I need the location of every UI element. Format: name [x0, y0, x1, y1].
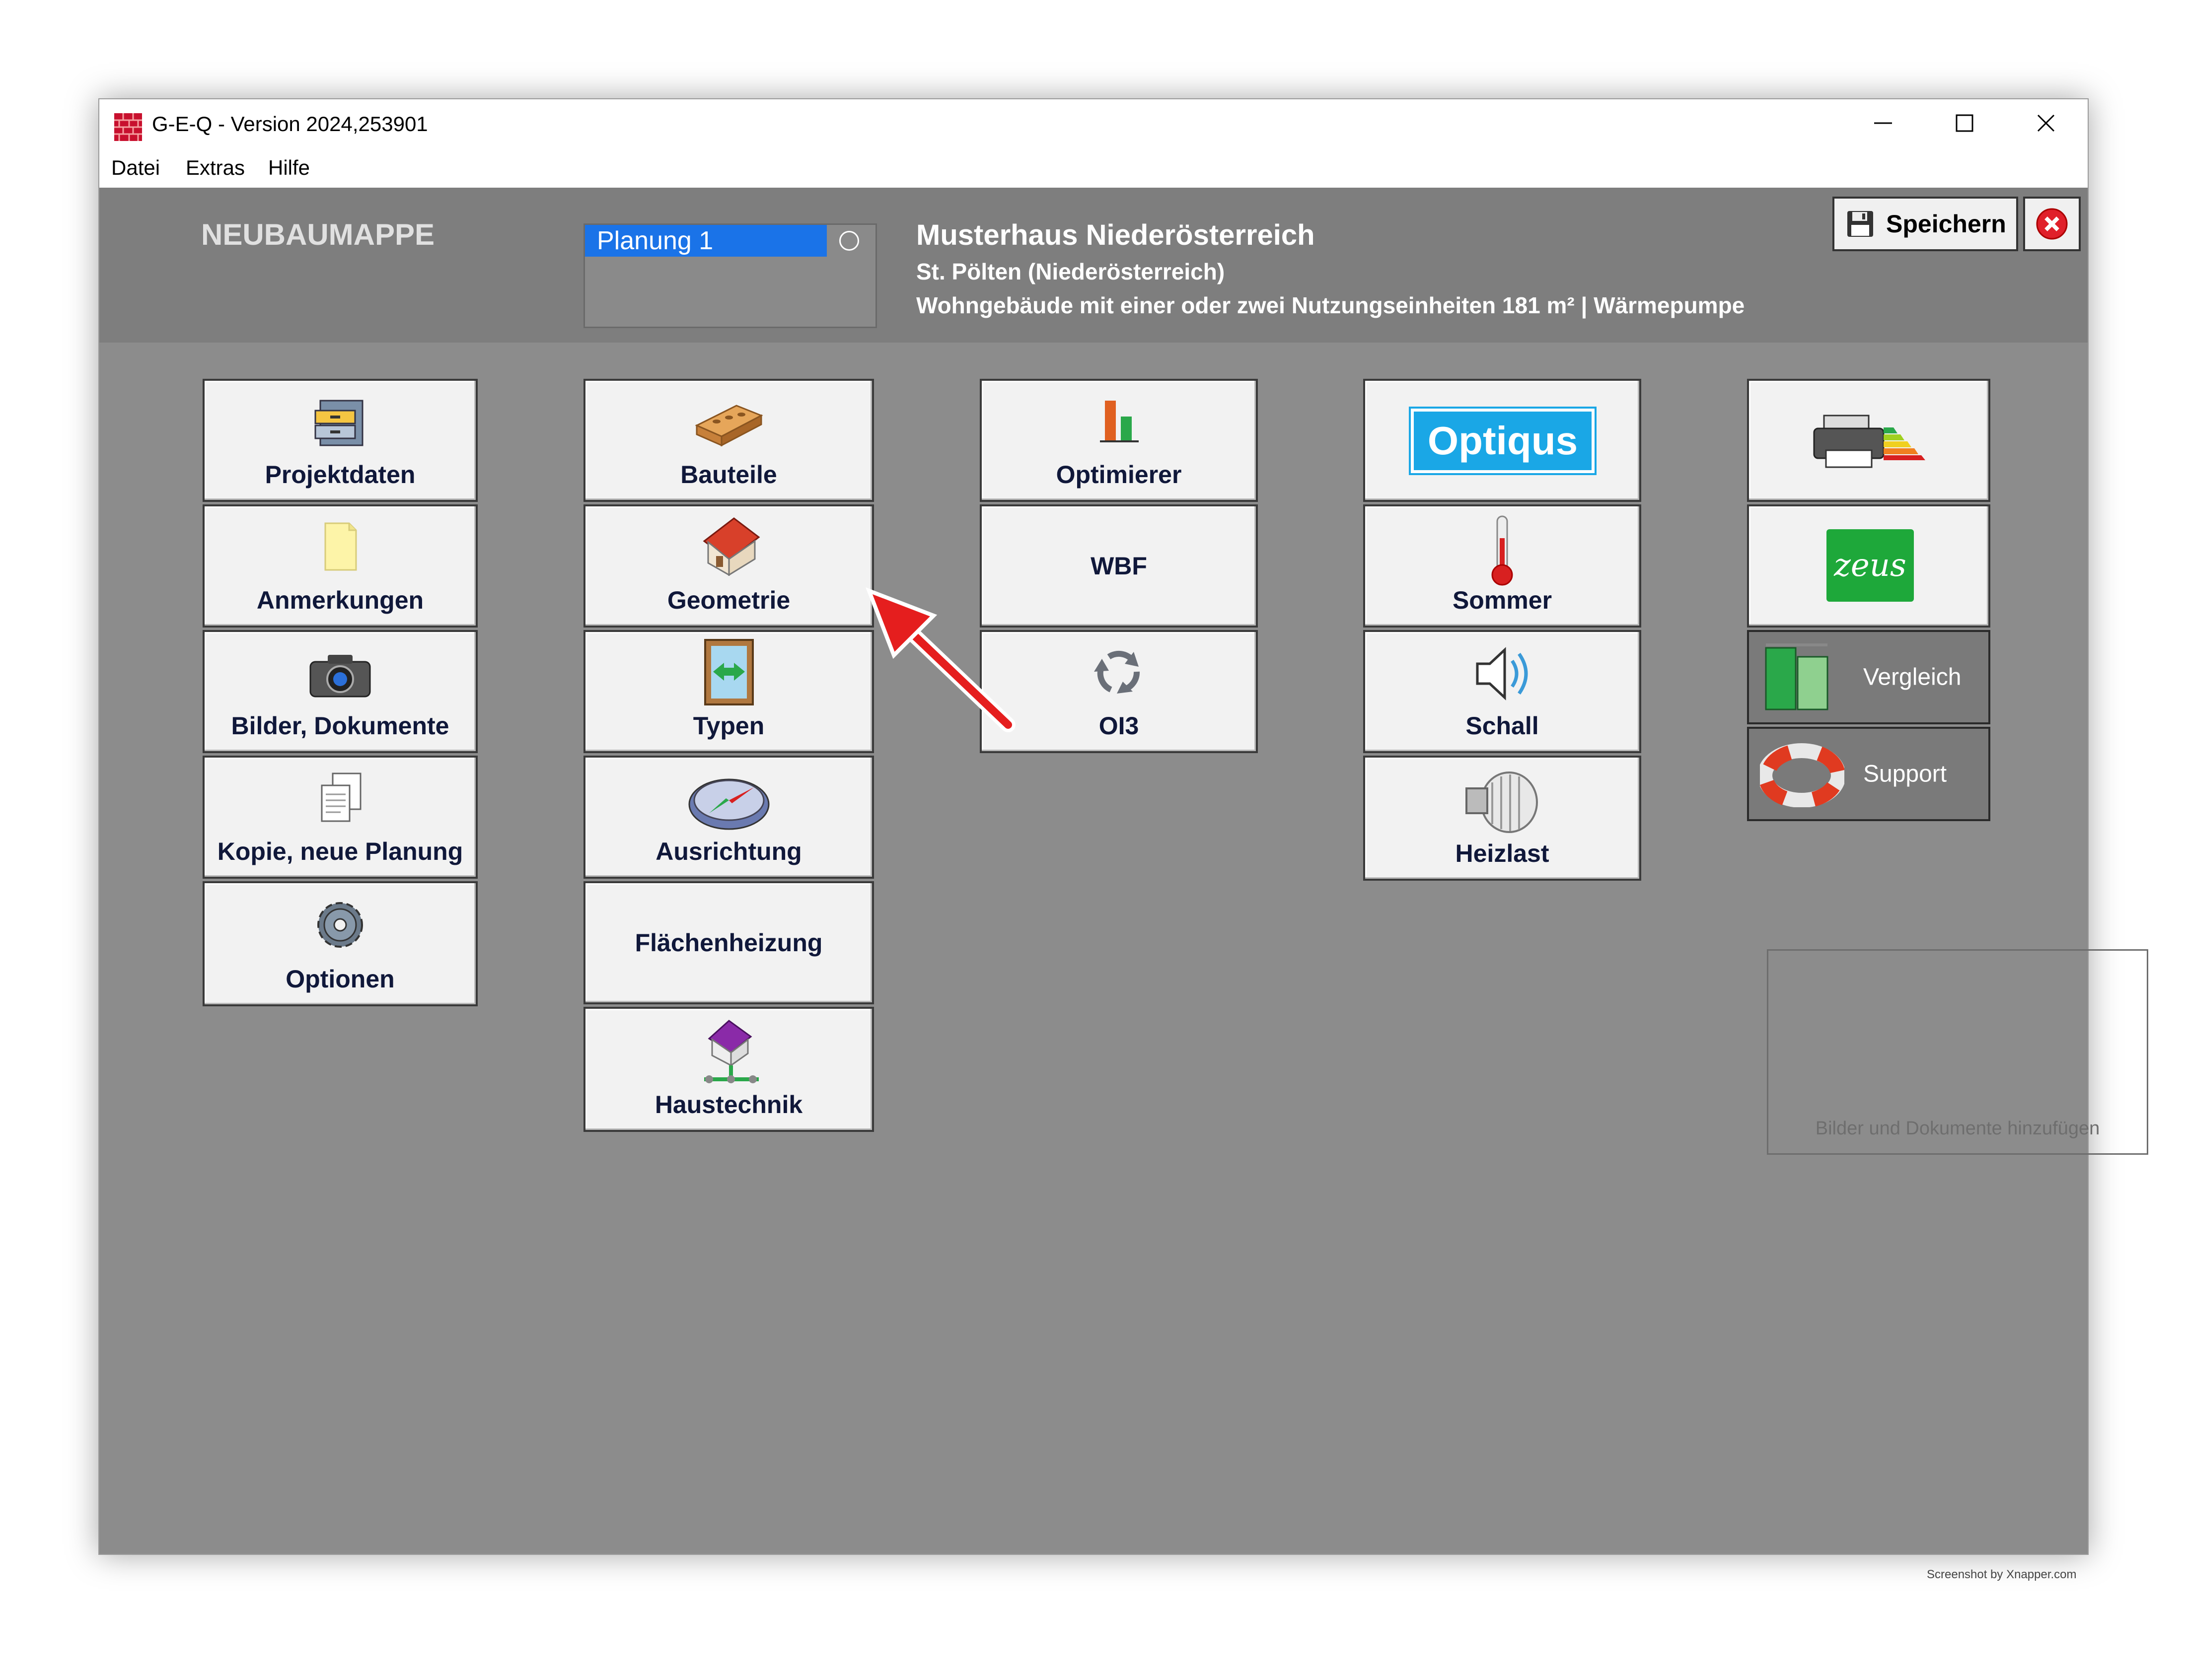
tile-optiqus[interactable]: Optiqus — [1363, 379, 1641, 502]
tile-anmerkungen[interactable]: Anmerkungen — [203, 504, 478, 628]
tile-heizlast[interactable]: Heizlast — [1363, 756, 1641, 881]
tile-label: Optimierer — [1056, 461, 1182, 489]
menu-extras[interactable]: Extras — [186, 156, 245, 180]
filing-cabinet-icon — [314, 400, 364, 446]
red-close-icon — [2036, 208, 2068, 240]
tile-projektdaten[interactable]: Projektdaten — [203, 379, 478, 502]
window-type-icon — [704, 639, 754, 705]
tile-bauteile[interactable]: Bauteile — [583, 379, 874, 502]
planning-list[interactable]: Planung 1 — [583, 223, 877, 328]
brick-icon — [694, 405, 763, 447]
house-icon — [703, 517, 760, 576]
section-title: NEUBAUMAPPE — [201, 218, 435, 251]
tile-label: Bilder, Dokumente — [231, 712, 449, 740]
tile-label: Heizlast — [1455, 840, 1549, 867]
app-window: G-E-Q - Version 2024,253901 Datei Extras… — [98, 98, 2148, 1555]
project-location: St. Pölten (Niederösterreich) — [916, 259, 1225, 284]
close-project-button[interactable] — [2023, 197, 2081, 251]
project-name: Musterhaus Niederösterreich — [916, 219, 1315, 251]
house-technology-icon — [704, 1020, 759, 1083]
recycle-icon — [1094, 650, 1140, 694]
minimize-icon — [1874, 122, 1892, 124]
minimize-button[interactable] — [1842, 99, 1924, 147]
tile-label: Anmerkungen — [256, 586, 424, 614]
optiqus-logo: Optiqus — [1409, 407, 1597, 475]
vergleich-button[interactable]: Vergleich — [1747, 630, 1990, 724]
save-button[interactable]: Speichern — [1832, 197, 2018, 251]
maximize-icon — [1956, 114, 1973, 132]
tile-sommer[interactable]: Sommer — [1363, 504, 1641, 628]
tile-label: Optionen — [286, 965, 395, 993]
tile-label: Haustechnik — [655, 1091, 803, 1119]
document-drop-zone[interactable]: Bilder und Dokumente hinzufügen — [1767, 949, 2148, 1155]
tile-flaechenheizung[interactable]: Flächenheizung — [583, 881, 874, 1004]
tile-label: Ausrichtung — [656, 838, 802, 865]
tile-kopie-neue-planung[interactable]: Kopie, neue Planung — [203, 756, 478, 879]
tile-label: Bauteile — [680, 461, 777, 489]
tile-energy-print[interactable] — [1747, 379, 1990, 502]
tile-haustechnik[interactable]: Haustechnik — [583, 1007, 874, 1132]
thermometer-icon — [1491, 515, 1513, 586]
app-logo-icon — [114, 113, 142, 141]
zeus-logo: zeus — [1826, 529, 1914, 602]
gear-icon — [317, 902, 363, 948]
optiqus-logo-text: Optiqus — [1427, 419, 1578, 463]
floppy-disk-icon — [1847, 211, 1873, 237]
comparison-icon — [1765, 643, 1828, 710]
support-label: Support — [1863, 761, 1947, 787]
tile-schall[interactable]: Schall — [1363, 630, 1641, 753]
zeus-logo-text: zeus — [1834, 547, 1906, 584]
radiator-valve-icon — [1465, 771, 1538, 833]
compass-icon — [688, 778, 769, 830]
support-button[interactable]: Support — [1747, 727, 1990, 821]
project-header: NEUBAUMAPPE Planung 1 Musterhaus Niederö… — [99, 188, 2088, 343]
red-arrow-icon — [866, 587, 1016, 732]
copy-documents-icon — [321, 772, 362, 822]
menu-datei[interactable]: Datei — [111, 156, 160, 180]
camera-icon — [309, 655, 371, 698]
bar-chart-icon — [1100, 401, 1139, 442]
lifebuoy-icon — [1760, 743, 1844, 807]
note-icon — [324, 522, 357, 571]
tile-optimierer[interactable]: Optimierer — [980, 379, 1258, 502]
tile-label: Sommer — [1452, 586, 1552, 614]
tile-bilder-dokumente[interactable]: Bilder, Dokumente — [203, 630, 478, 753]
tile-label: Projektdaten — [265, 461, 416, 489]
vergleich-label: Vergleich — [1863, 664, 1962, 691]
tile-zeus[interactable]: zeus — [1747, 504, 1990, 628]
speaker-icon — [1476, 647, 1528, 700]
menu-hilfe[interactable]: Hilfe — [268, 156, 310, 180]
save-label: Speichern — [1886, 210, 2006, 238]
title-bar: G-E-Q - Version 2024,253901 — [99, 99, 2088, 147]
tile-label: Kopie, neue Planung — [217, 838, 463, 865]
tile-optionen[interactable]: Optionen — [203, 881, 478, 1006]
maximize-button[interactable] — [1924, 99, 2005, 147]
tile-ausrichtung[interactable]: Ausrichtung — [583, 756, 874, 879]
printer-energy-label-icon — [1813, 415, 1925, 468]
planning-radio[interactable] — [839, 231, 859, 251]
drop-zone-text: Bilder und Dokumente hinzufügen — [1815, 1118, 2100, 1139]
close-icon — [2037, 114, 2055, 132]
tile-label: Schall — [1465, 712, 1539, 740]
tile-label: Flächenheizung — [635, 929, 823, 957]
menu-bar: Datei Extras Hilfe — [99, 147, 2088, 188]
window-title: G-E-Q - Version 2024,253901 — [152, 112, 428, 136]
building-info: Wohngebäude mit einer oder zwei Nutzungs… — [916, 292, 1745, 318]
planning-item-selected[interactable]: Planung 1 — [585, 225, 827, 257]
watermark-text: Screenshot by Xnapper.com — [1927, 1568, 2077, 1581]
close-button[interactable] — [2005, 99, 2087, 147]
